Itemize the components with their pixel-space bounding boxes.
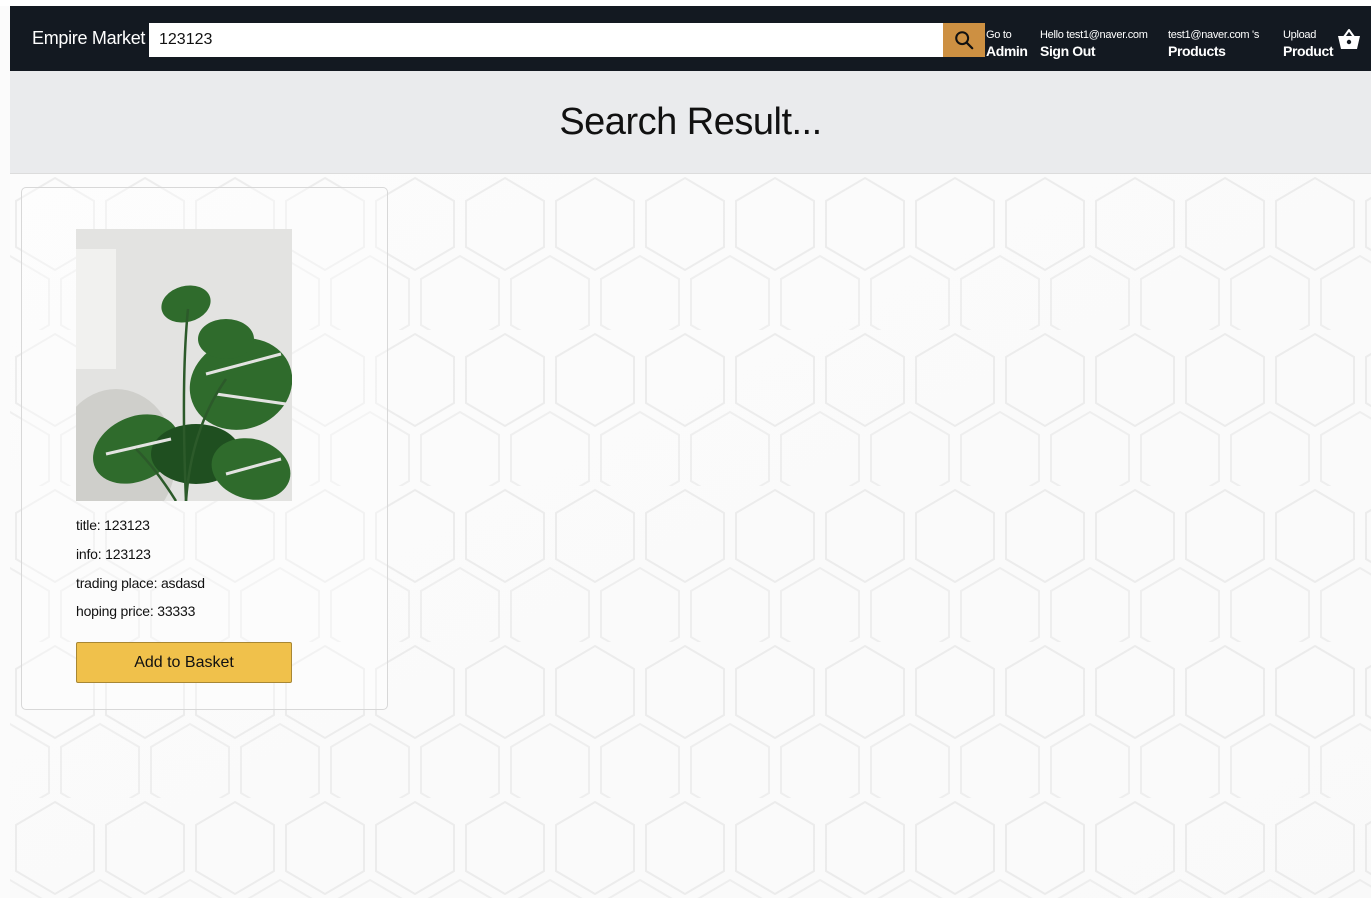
title-band: Search Result... <box>10 71 1371 174</box>
product-image <box>76 229 292 501</box>
nav-admin-line2: Admin <box>986 43 1028 59</box>
header: Empire Market Go to Admin Hello test1@na… <box>10 6 1371 71</box>
page-title: Search Result... <box>559 100 822 143</box>
nav-my-products-line2: Products <box>1168 43 1226 59</box>
nav-sign-out-line1: Hello test1@naver.com <box>1040 29 1148 41</box>
nav-admin[interactable]: Go to Admin <box>986 27 1028 59</box>
add-to-basket-button[interactable]: Add to Basket <box>76 642 292 683</box>
product-hoping-price: hoping price: 33333 <box>76 603 196 619</box>
product-card: title: 123123 info: 123123 trading place… <box>21 187 388 710</box>
basket-icon <box>1338 29 1360 49</box>
search-icon <box>955 31 974 50</box>
search-input[interactable] <box>149 23 943 57</box>
nav-sign-out-line2: Sign Out <box>1040 43 1096 59</box>
logo[interactable]: Empire Market <box>32 28 150 49</box>
nav-admin-line1: Go to <box>986 29 1012 41</box>
search-button[interactable] <box>943 23 985 57</box>
nav-upload-product-line2: Product <box>1283 43 1334 59</box>
basket-button[interactable] <box>1336 26 1362 52</box>
nav-upload-product[interactable]: Upload Product <box>1283 27 1333 59</box>
product-title: title: 123123 <box>76 517 150 533</box>
nav-my-products[interactable]: test1@naver.com 's Products <box>1168 27 1259 59</box>
product-trading-place: trading place: asdasd <box>76 575 205 591</box>
search-bar <box>149 23 985 57</box>
nav-sign-out[interactable]: Hello test1@naver.com Sign Out <box>1040 27 1148 59</box>
nav-my-products-line1: test1@naver.com 's <box>1168 29 1260 41</box>
nav-upload-product-line1: Upload <box>1283 29 1317 41</box>
product-info: info: 123123 <box>76 546 151 562</box>
